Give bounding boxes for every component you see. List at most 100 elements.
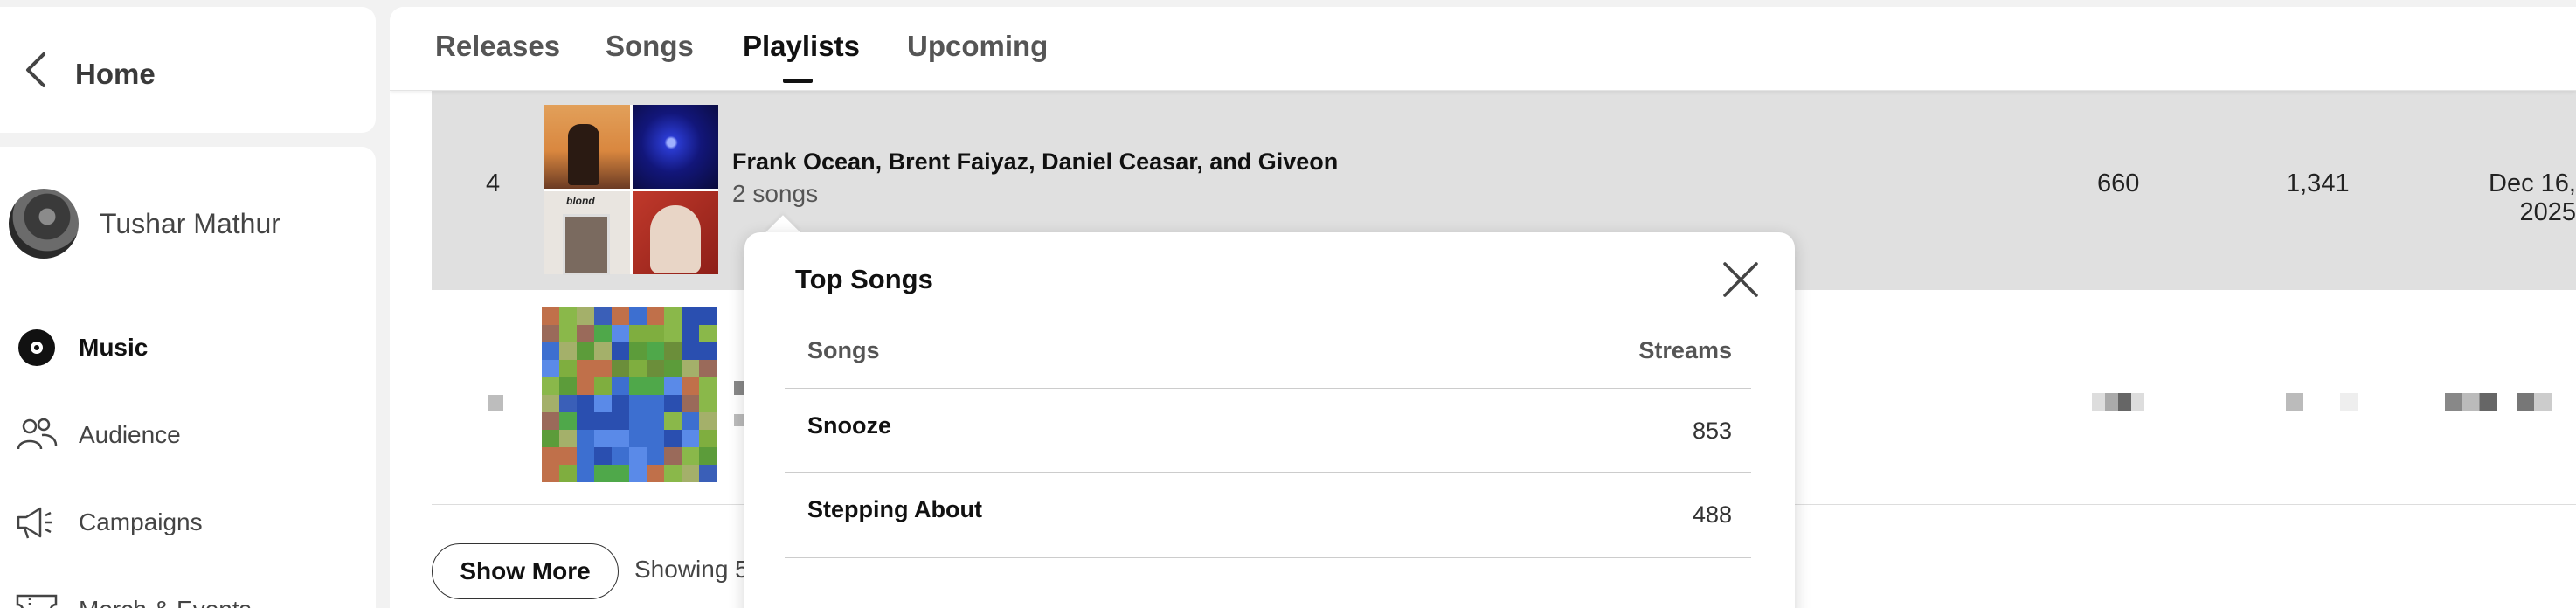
mosaic-cell [664, 395, 682, 412]
mosaic-cell [612, 412, 629, 430]
mosaic-cell [629, 325, 647, 342]
mosaic-cell [612, 430, 629, 447]
redacted-value [2092, 393, 2144, 411]
sidebar-nav: Tushar Mathur Music Audience Campaigns [0, 147, 376, 608]
mosaic-cell [594, 325, 612, 342]
mosaic-cell [629, 377, 647, 395]
mosaic-cell [682, 430, 699, 447]
mosaic-cell [664, 465, 682, 482]
show-more-button[interactable]: Show More [432, 543, 619, 599]
mosaic-cell [559, 395, 577, 412]
playlist-title[interactable]: Frank Ocean, Brent Faiyaz, Daniel Ceasar… [732, 149, 1338, 176]
mosaic-cell [577, 307, 594, 325]
cover-image [544, 190, 630, 274]
mosaic-cell [594, 412, 612, 430]
tab-upcoming[interactable]: Upcoming [907, 30, 1048, 63]
mosaic-cell [682, 447, 699, 465]
mosaic-cell [594, 307, 612, 325]
mosaic-cell [559, 342, 577, 360]
mosaic-cell [612, 307, 629, 325]
mosaic-cell [682, 360, 699, 377]
divider [785, 388, 1751, 389]
mosaic-cell [594, 447, 612, 465]
home-link[interactable]: Home [75, 58, 156, 91]
mosaic-cell [647, 412, 664, 430]
mosaic-cell [699, 325, 717, 342]
mosaic-cell [577, 360, 594, 377]
mosaic-cell [594, 465, 612, 482]
close-icon[interactable] [1721, 260, 1760, 299]
mosaic-cell [612, 465, 629, 482]
mosaic-cell [594, 395, 612, 412]
home-card[interactable]: Home [0, 7, 376, 133]
mosaic-cell [559, 465, 577, 482]
mosaic-cell [559, 377, 577, 395]
mosaic-cell [664, 342, 682, 360]
mosaic-cell [559, 307, 577, 325]
sidebar-item-label: Merch & Events [79, 596, 252, 608]
ticket-icon [16, 589, 58, 608]
song-name[interactable]: Stepping About [807, 496, 982, 523]
mosaic-cell [577, 377, 594, 395]
mosaic-cell [542, 342, 559, 360]
redacted-date [2517, 393, 2552, 411]
mosaic-cell [647, 447, 664, 465]
mosaic-cell [629, 412, 647, 430]
popup-title: Top Songs [795, 264, 933, 294]
user-name[interactable]: Tushar Mathur [100, 208, 280, 240]
mosaic-cell [542, 465, 559, 482]
mosaic-cell [542, 360, 559, 377]
mosaic-cell [699, 395, 717, 412]
disc-icon [16, 327, 58, 369]
mosaic-cell [699, 465, 717, 482]
mosaic-cell [612, 395, 629, 412]
mosaic-cell [664, 412, 682, 430]
mosaic-cell [647, 360, 664, 377]
tab-songs[interactable]: Songs [606, 30, 694, 63]
mosaic-cell [664, 325, 682, 342]
mosaic-cell [542, 430, 559, 447]
avatar[interactable] [9, 189, 79, 259]
sidebar-item-music[interactable]: Music [0, 321, 376, 374]
sidebar-item-label: Audience [79, 421, 181, 448]
mosaic-cell [577, 342, 594, 360]
column-header-streams: Streams [1638, 337, 1732, 363]
sidebar-item-audience[interactable]: Audience [0, 409, 376, 461]
audience-icon [16, 414, 58, 456]
playlist-song-count[interactable]: 2 songs [732, 180, 818, 208]
redacted-value [2286, 393, 2303, 411]
mosaic-cell [682, 395, 699, 412]
cover-image [632, 190, 718, 274]
sidebar-item-campaigns[interactable]: Campaigns [0, 496, 376, 549]
playlist-cover-collage [544, 105, 718, 274]
divider [785, 472, 1751, 473]
mosaic-cell [542, 395, 559, 412]
redacted-value [2340, 393, 2358, 411]
mosaic-cell [542, 377, 559, 395]
megaphone-icon [16, 501, 58, 543]
tab-playlists[interactable]: Playlists [743, 30, 860, 63]
mosaic-cell [577, 430, 594, 447]
mosaic-cell [682, 307, 699, 325]
mosaic-cell [577, 395, 594, 412]
mosaic-cell [699, 342, 717, 360]
mosaic-cell [612, 325, 629, 342]
mosaic-cell [664, 430, 682, 447]
mosaic-cell [629, 395, 647, 412]
sidebar-item-merch-events[interactable]: Merch & Events [0, 584, 376, 608]
tab-releases[interactable]: Releases [435, 30, 560, 63]
mosaic-cell [559, 325, 577, 342]
chevron-left-icon[interactable] [19, 51, 54, 89]
song-name[interactable]: Snooze [807, 412, 891, 439]
mosaic-cell [699, 430, 717, 447]
divider [785, 557, 1751, 558]
row-date: Dec 16, 2025 [2489, 169, 2576, 226]
mosaic-cell [647, 307, 664, 325]
active-tab-indicator [783, 79, 813, 83]
mosaic-cell [682, 412, 699, 430]
mosaic-cell [577, 447, 594, 465]
mosaic-cell [577, 412, 594, 430]
pixelated-cover [542, 307, 717, 482]
mosaic-cell [647, 377, 664, 395]
mosaic-cell [664, 360, 682, 377]
